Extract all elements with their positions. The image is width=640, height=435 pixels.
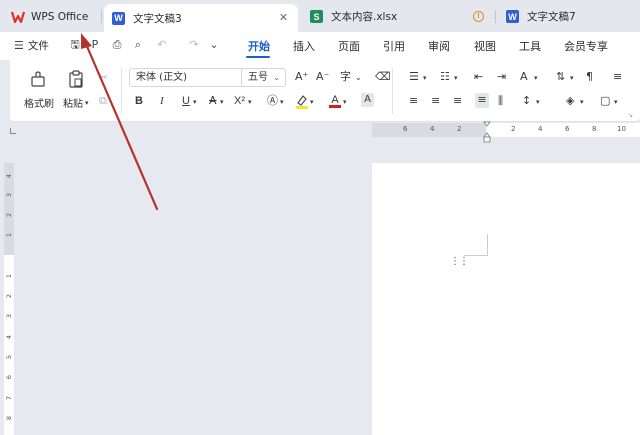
annotation-arrow-icon <box>81 33 159 211</box>
